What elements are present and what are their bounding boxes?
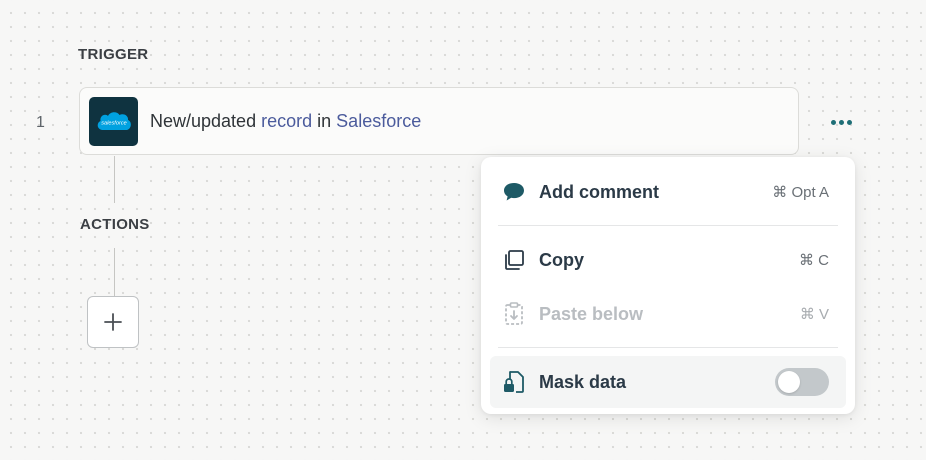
- menu-item-paste-below[interactable]: Paste below ⌘ V: [490, 288, 846, 340]
- copy-icon: [500, 246, 528, 274]
- more-dot-icon: [838, 119, 844, 125]
- salesforce-logo-text: salesforce: [101, 121, 127, 127]
- more-dot-icon: [846, 119, 852, 125]
- menu-divider: [498, 347, 838, 348]
- trigger-app-link[interactable]: Salesforce: [336, 111, 421, 131]
- menu-item-label: Add comment: [539, 181, 660, 202]
- menu-item-copy[interactable]: Copy ⌘ C: [490, 234, 846, 286]
- trigger-record-link[interactable]: record: [261, 111, 312, 131]
- step-number: 1: [36, 114, 45, 131]
- add-action-button[interactable]: [87, 296, 139, 348]
- step-context-menu: Add comment ⌘ Opt A Copy ⌘ C Paste below…: [481, 157, 855, 414]
- menu-item-shortcut: ⌘ Opt A: [772, 184, 829, 201]
- trigger-step-card[interactable]: salesforce New/updated record in Salesfo…: [79, 87, 799, 155]
- workflow-canvas: TRIGGER 1 salesforce New/updated record …: [0, 0, 926, 460]
- more-options-button[interactable]: [824, 112, 858, 132]
- trigger-text-prefix: New/updated: [150, 110, 257, 131]
- actions-section-label: ACTIONS: [80, 216, 150, 233]
- comment-icon: [500, 178, 528, 206]
- step-connector-line: [114, 156, 115, 203]
- toggle-knob: [778, 371, 800, 393]
- trigger-section-label: TRIGGER: [78, 46, 149, 63]
- trigger-description: New/updated record in Salesforce: [150, 111, 421, 132]
- menu-item-shortcut: ⌘ C: [799, 252, 829, 269]
- menu-divider: [498, 225, 838, 226]
- plus-icon: [104, 313, 122, 331]
- menu-item-label: Mask data: [539, 371, 627, 392]
- menu-item-add-comment[interactable]: Add comment ⌘ Opt A: [490, 166, 846, 218]
- menu-item-label: Copy: [539, 249, 584, 270]
- step-connector-line: [114, 248, 115, 296]
- menu-item-shortcut: ⌘ V: [799, 306, 829, 323]
- more-dot-icon: [830, 119, 836, 125]
- mask-data-toggle[interactable]: [775, 368, 829, 396]
- lock-document-icon: [500, 368, 528, 396]
- salesforce-logo-icon: salesforce: [89, 96, 138, 146]
- menu-item-label: Paste below: [539, 303, 644, 324]
- trigger-text-in: in: [317, 110, 332, 131]
- paste-icon: [500, 300, 528, 328]
- menu-item-mask-data[interactable]: Mask data: [490, 356, 846, 408]
